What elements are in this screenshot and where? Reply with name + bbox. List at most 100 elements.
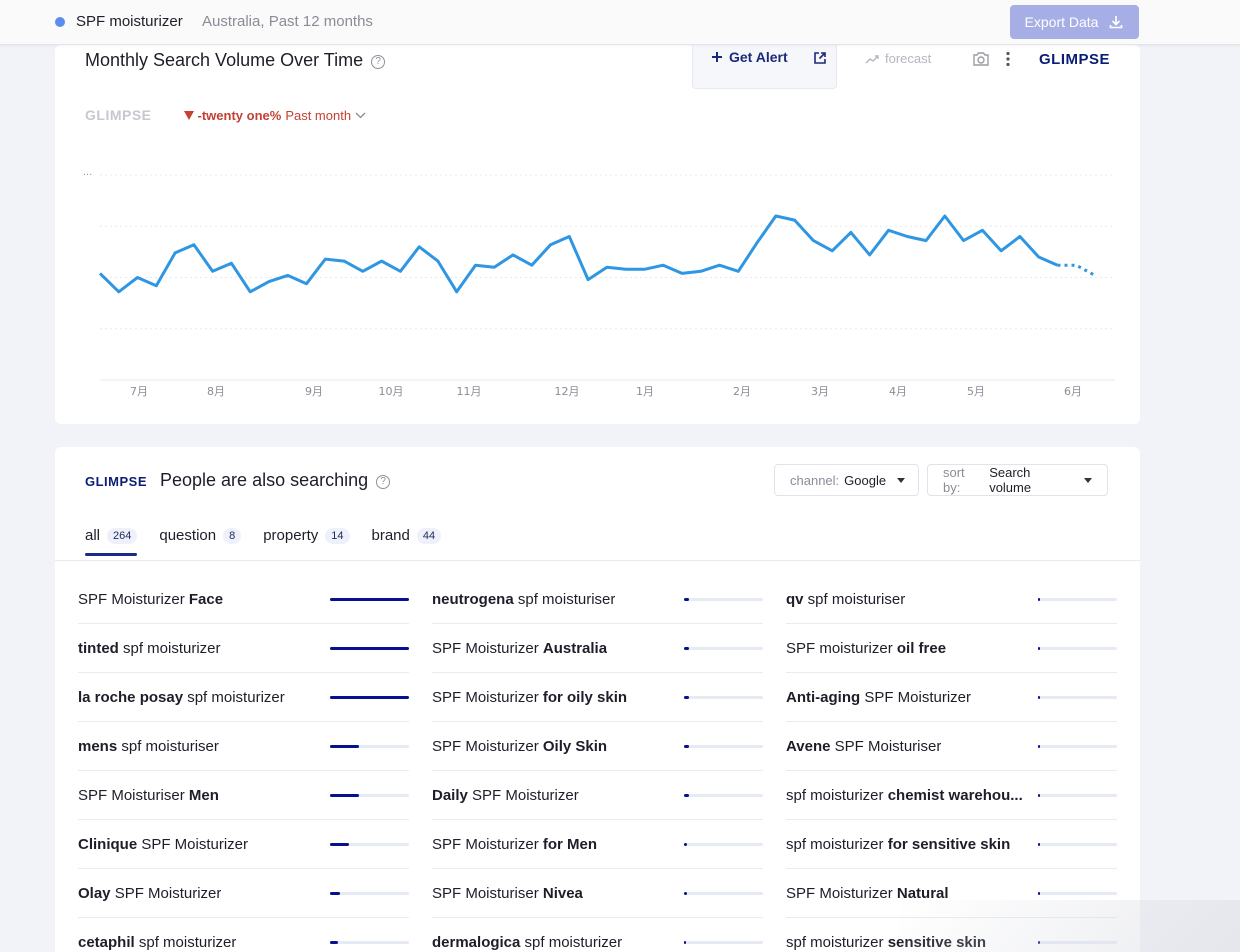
top-bar: SPF moisturizer Australia, Past 12 month… (0, 0, 1240, 45)
volume-bar-fill (330, 941, 338, 944)
section-title-text: People are also searching (160, 470, 369, 490)
keyword-color-dot (55, 17, 65, 27)
related-search-row[interactable]: SPF moisturizer oil free (786, 624, 1117, 673)
related-search-row[interactable]: SPF Moisturizer Face (78, 575, 409, 624)
related-search-text: cetaphil spf moisturizer (78, 934, 236, 951)
sort-select[interactable]: sort by: Search volume (927, 464, 1108, 496)
volume-bar (330, 892, 409, 895)
volume-bar-fill (1038, 696, 1040, 699)
volume-bar (1038, 745, 1117, 748)
keyword-highlight: Oily Skin (542, 738, 608, 755)
keyword-highlight: dermalogica (432, 934, 521, 951)
keyword-part: spf moisturizer (134, 934, 237, 951)
related-search-row[interactable]: la roche posay spf moisturizer (78, 673, 409, 722)
export-label: Export Data (1024, 14, 1099, 30)
caret-down-icon (897, 477, 906, 483)
x-tick-label: 6月 (1064, 385, 1082, 398)
volume-bar-fill (684, 745, 689, 748)
related-search-row[interactable]: Olay SPF Moisturizer (78, 869, 409, 918)
keyword-highlight: Face (188, 591, 224, 608)
keyword-part: SPF Moisturizer (467, 787, 579, 804)
channel-select[interactable]: channel: Google (774, 464, 919, 496)
related-search-text: SPF moisturizer oil free (786, 640, 946, 657)
keyword-highlight: neutrogena (432, 591, 514, 608)
related-search-row[interactable]: neutrogena spf moisturiser (432, 575, 763, 624)
logo-text: GLIMPSE (85, 474, 148, 489)
tab-all[interactable]: all 264 (85, 527, 138, 556)
related-search-row[interactable]: qv spf moisturiser (786, 575, 1117, 624)
keyword-highlight: Olay (78, 885, 111, 902)
related-search-row[interactable]: Clinique SPF Moisturizer (78, 820, 409, 869)
volume-bar (330, 696, 409, 699)
tab-property[interactable]: property 14 (263, 527, 350, 556)
volume-bar (684, 598, 763, 601)
channel-label: channel: (790, 472, 840, 488)
volume-bar (1038, 843, 1117, 846)
keyword-highlight: Natural (896, 885, 949, 902)
keyword-highlight: Clinique (78, 836, 138, 853)
volume-bar (330, 941, 409, 944)
related-search-row[interactable]: cetaphil spf moisturizer (78, 918, 409, 952)
x-tick-label: 3月 (811, 385, 829, 398)
related-search-row[interactable]: SPF Moisturiser Nivea (432, 869, 763, 918)
keyword-title: SPF moisturizer (76, 13, 183, 30)
related-search-text: SPF Moisturizer for oily skin (432, 689, 627, 706)
related-search-row[interactable]: spf moisturizer for sensitive skin (786, 820, 1117, 869)
keyword-part: SPF Moisturizer (432, 640, 543, 657)
keyword-highlight: Avene (786, 738, 831, 755)
keyword-part: spf moisturizer (520, 934, 623, 951)
related-search-row[interactable]: SPF Moisturizer Natural (786, 869, 1117, 918)
related-search-row[interactable]: Anti-aging SPF Moisturizer (786, 673, 1117, 722)
people-also-searching-card: GLIMPSE People are also searching? chann… (55, 447, 1140, 952)
related-search-row[interactable]: spf moisturizer chemist warehou... (786, 771, 1117, 820)
keyword-part: SPF Moisturiser (830, 738, 942, 755)
related-search-row[interactable]: Daily SPF Moisturizer (432, 771, 763, 820)
tab-brand[interactable]: brand 44 (372, 527, 442, 556)
volume-bar (330, 598, 409, 601)
related-column: qv spf moisturiser SPF moisturizer oil fr… (786, 575, 1117, 952)
tab-question[interactable]: question 8 (159, 527, 242, 556)
related-search-row[interactable]: dermalogica spf moisturizer (432, 918, 763, 952)
export-data-button[interactable]: Export Data (1010, 5, 1139, 39)
volume-bar-fill (1038, 941, 1040, 944)
volume-bar (684, 941, 763, 944)
x-tick-label: 1月 (636, 385, 654, 398)
volume-bar-fill (330, 745, 360, 748)
search-volume-line-chart: ... 7月 8月 9月 10月 11月 12月 1月 2月 3月 4月 5月 6月 (83, 166, 1115, 398)
tab-label: brand (371, 527, 410, 544)
related-search-text: Daily SPF Moisturizer (432, 787, 579, 804)
keyword-part: SPF Moisturizer (432, 689, 543, 706)
keyword-part: SPF Moisturizer (110, 885, 222, 902)
search-volume-card: Monthly Search Volume Over Time? Get Ale… (55, 43, 1140, 424)
tab-label: all (85, 527, 101, 544)
related-search-row[interactable]: Avene SPF Moisturiser (786, 722, 1117, 771)
related-search-row[interactable]: SPF Moisturizer Australia (432, 624, 763, 673)
volume-bar-fill (1038, 794, 1040, 797)
related-search-row[interactable]: SPF Moisturizer Oily Skin (432, 722, 763, 771)
keyword-highlight: oil free (896, 640, 947, 657)
related-search-row[interactable]: spf moisturizer sensitive skin (786, 918, 1117, 952)
related-search-row[interactable]: mens spf moisturiser (78, 722, 409, 771)
related-search-text: SPF Moisturizer Natural (786, 885, 949, 902)
volume-bar-fill (1038, 647, 1041, 650)
volume-bar-fill (1038, 892, 1040, 895)
related-search-row[interactable]: tinted spf moisturizer (78, 624, 409, 673)
volume-bar (1038, 696, 1117, 699)
series-line (98, 214, 1059, 294)
related-search-text: Clinique SPF Moisturizer (78, 836, 248, 853)
volume-bar (1038, 941, 1117, 944)
keyword-part: SPF Moisturiser (78, 787, 189, 804)
x-tick-label: 8月 (207, 385, 225, 398)
keyword-highlight: cetaphil (78, 934, 135, 951)
related-search-row[interactable]: SPF Moisturizer for Men (432, 820, 763, 869)
help-icon[interactable]: ? (376, 475, 391, 489)
related-search-text: SPF Moisturiser Nivea (432, 885, 583, 902)
related-search-row[interactable]: SPF Moisturizer for oily skin (432, 673, 763, 722)
keyword-part: spf moisturizer (118, 640, 221, 657)
related-search-row[interactable]: SPF Moisturiser Men (78, 771, 409, 820)
related-search-text: dermalogica spf moisturizer (432, 934, 622, 951)
x-tick-label: 11月 (457, 385, 482, 398)
keyword-highlight: for sensitive skin (887, 836, 1011, 853)
glimpse-logo: GLIMPSE (85, 474, 147, 489)
forecast-line (1057, 263, 1096, 277)
